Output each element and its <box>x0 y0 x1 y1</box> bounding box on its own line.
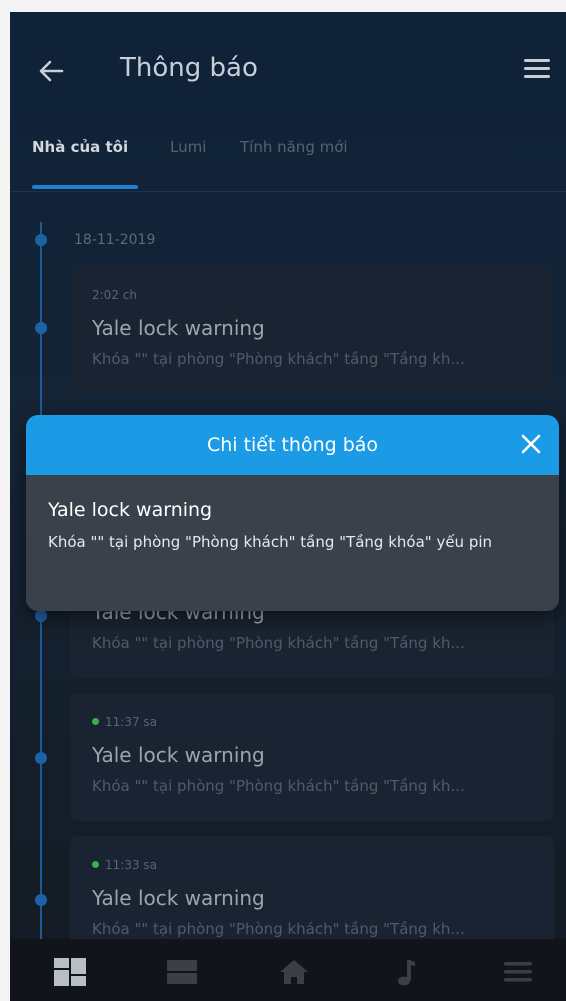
notification-card[interactable]: 2:02 ch Yale lock warning Khóa "" tại ph… <box>70 266 554 394</box>
notification-title: Yale lock warning <box>92 316 265 340</box>
devices-icon[interactable] <box>164 957 200 987</box>
notification-title: Yale lock warning <box>92 886 265 910</box>
timeline-dot <box>35 322 47 334</box>
dialog-message-title: Yale lock warning <box>48 499 213 521</box>
notification-body: Khóa "" tại phòng "Phòng khách" tầng "Tầ… <box>92 920 465 938</box>
notification-title: Yale lock warning <box>92 743 265 767</box>
arrow-left-icon[interactable] <box>36 56 66 86</box>
music-note-icon[interactable] <box>388 957 424 987</box>
tab-bar: Nhà của tôi Lumi Tính năng mới <box>10 130 566 192</box>
notification-time: 2:02 ch <box>92 288 137 302</box>
dialog-message-body: Khóa "" tại phòng "Phòng khách" tầng "Tầ… <box>48 533 493 551</box>
active-tab-indicator <box>32 185 138 189</box>
app-header: Thông báo <box>10 12 566 127</box>
tab-new-features[interactable]: Tính năng mới <box>240 138 348 156</box>
dialog-body: Yale lock warning Khóa "" tại phòng "Phò… <box>26 475 559 611</box>
timeline-date: 18-11-2019 <box>74 232 156 248</box>
tab-lumi[interactable]: Lumi <box>170 138 206 156</box>
dialog-header: Chi tiết thông báo <box>26 415 559 475</box>
timeline-dot <box>35 610 47 622</box>
unread-dot <box>92 718 99 725</box>
menu-icon[interactable] <box>500 957 536 987</box>
notification-time-label: 11:37 sa <box>105 715 158 729</box>
notification-time: 11:37 sa <box>92 715 157 729</box>
notification-time-label: 11:33 sa <box>105 858 158 872</box>
hamburger-menu-icon[interactable] <box>522 58 552 80</box>
dialog-title: Chi tiết thông báo <box>206 434 379 456</box>
notification-body: Khóa "" tại phòng "Phòng khách" tầng "Tầ… <box>92 350 465 368</box>
notification-detail-dialog: Chi tiết thông báo Yale lock warning Khó… <box>26 415 559 611</box>
home-icon[interactable] <box>276 957 312 987</box>
notification-body: Khóa "" tại phòng "Phòng khách" tầng "Tầ… <box>92 777 465 795</box>
notifications-screen: Thông báo Nhà của tôi Lumi Tính năng mới… <box>10 12 566 1001</box>
notification-body: Khóa "" tại phòng "Phòng khách" tầng "Tầ… <box>92 634 465 652</box>
tab-my-home[interactable]: Nhà của tôi <box>32 138 128 156</box>
unread-dot <box>92 861 99 868</box>
dashboard-icon[interactable] <box>52 957 88 987</box>
notification-card[interactable]: 11:37 sa Yale lock warning Khóa "" tại p… <box>70 693 554 821</box>
page-title: Thông báo <box>120 53 258 83</box>
timeline-dot <box>35 234 47 246</box>
timeline-dot <box>35 752 47 764</box>
timeline-dot <box>35 894 47 906</box>
close-icon[interactable] <box>517 430 545 458</box>
notification-time: 11:33 sa <box>92 858 157 872</box>
bottom-navigation <box>10 939 566 1001</box>
